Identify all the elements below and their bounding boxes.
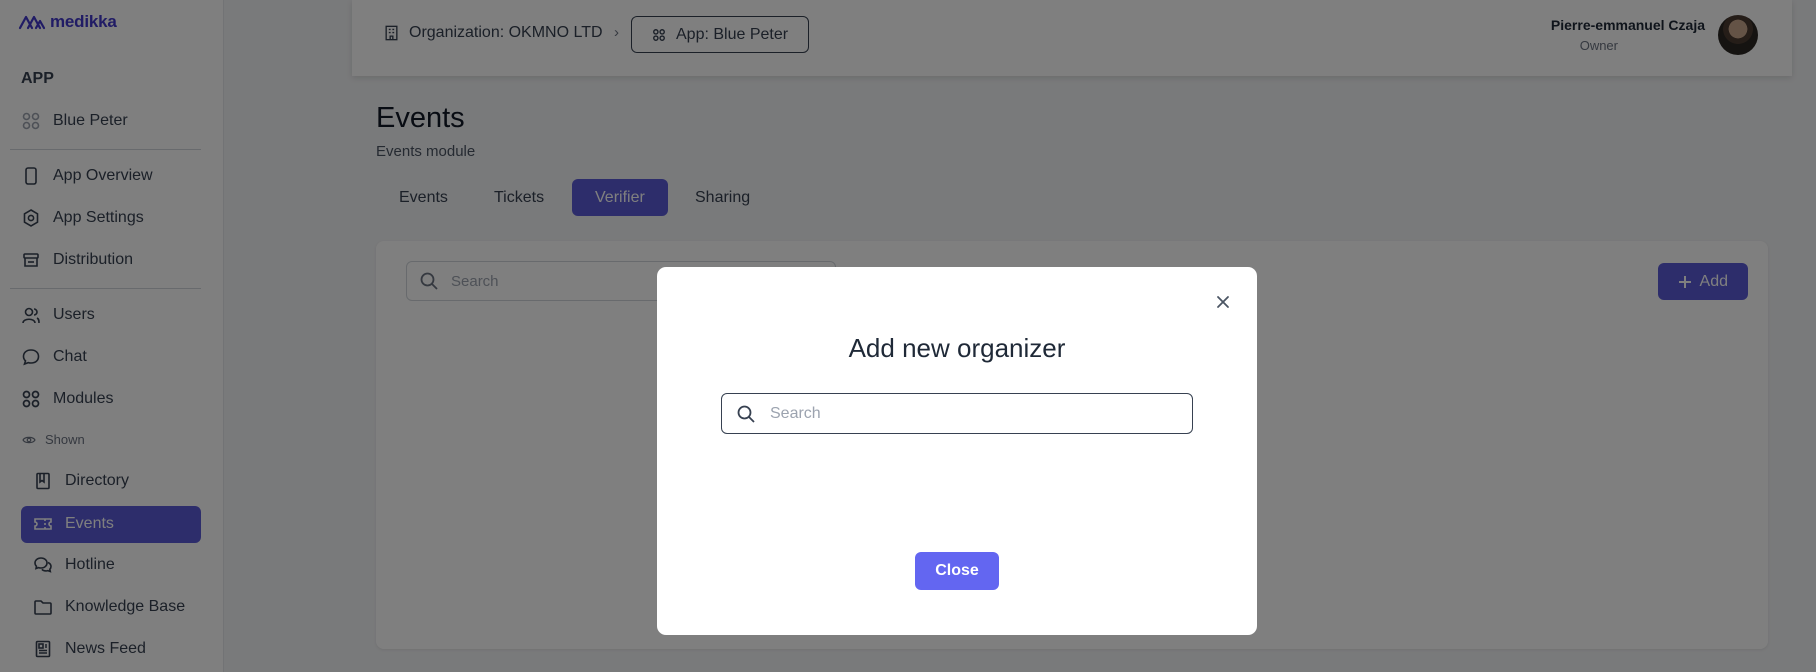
- modal-title: Add new organizer: [848, 333, 1066, 363]
- close-icon[interactable]: [1213, 292, 1233, 312]
- organizer-search-box: [721, 393, 1193, 434]
- organizer-search-input[interactable]: [768, 403, 1188, 424]
- close-button[interactable]: Close: [915, 552, 999, 590]
- add-organizer-modal: Add new organizer Close: [657, 267, 1257, 635]
- search-icon: [737, 405, 755, 423]
